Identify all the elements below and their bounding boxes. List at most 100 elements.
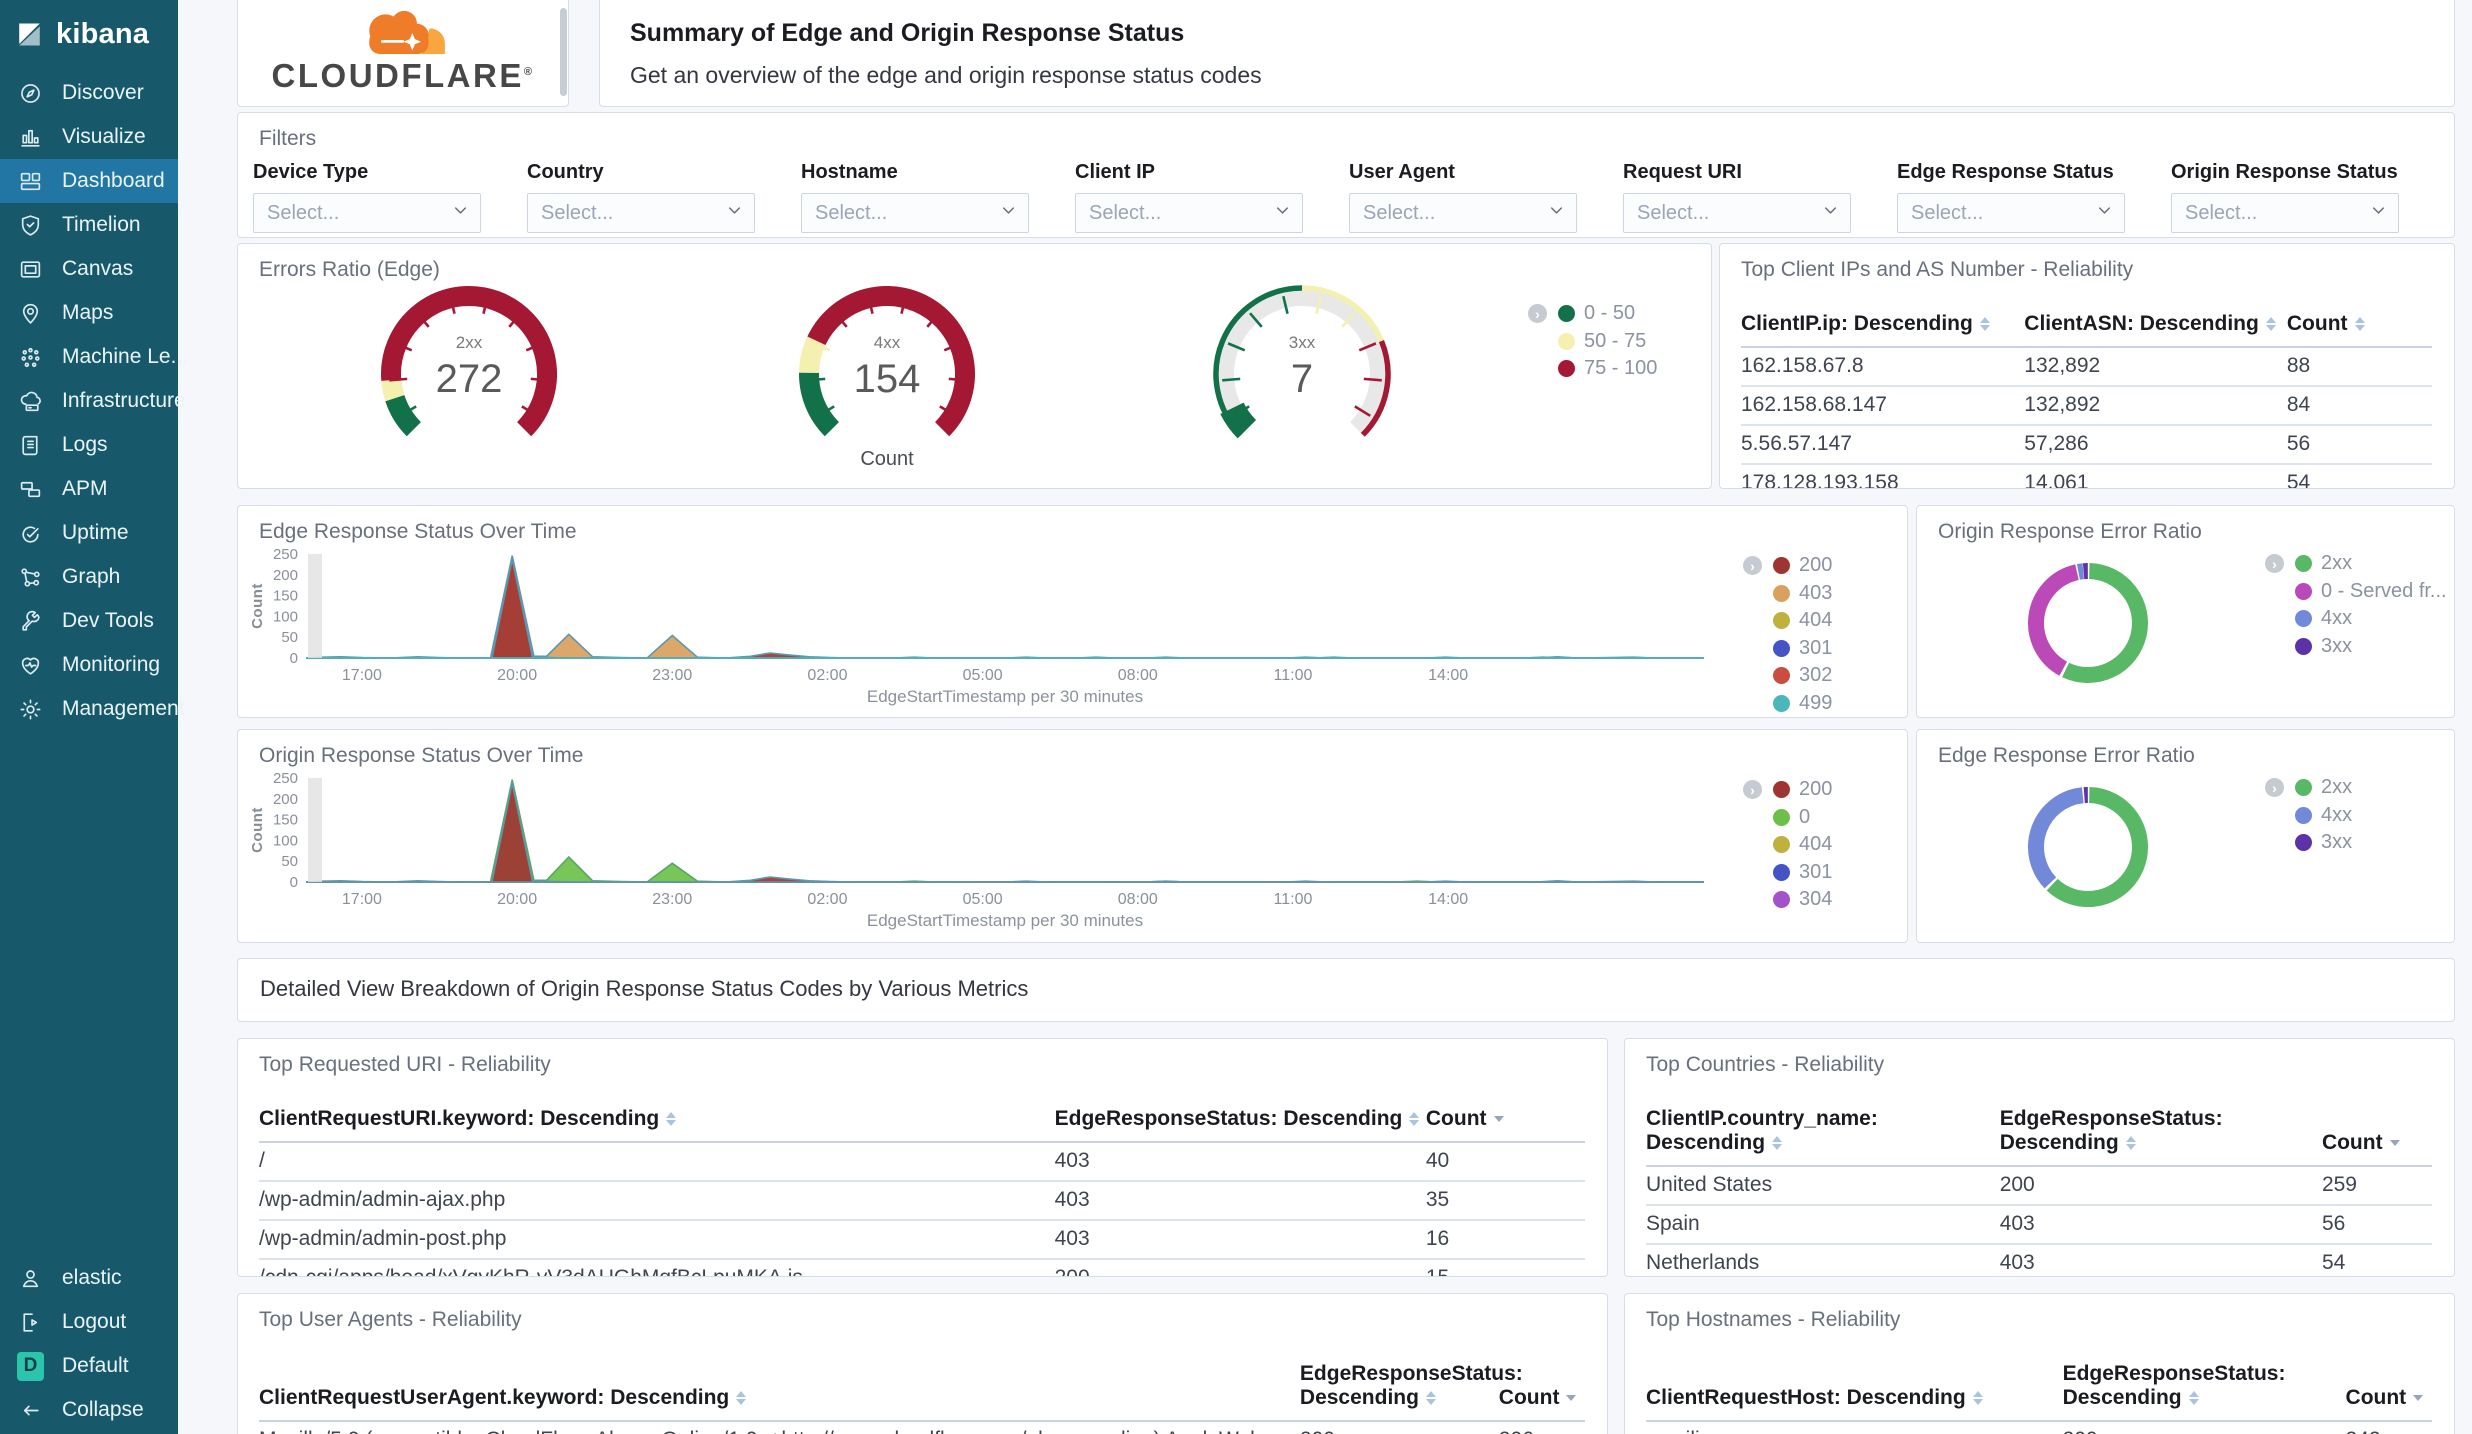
panel-scrollbar[interactable] <box>560 8 567 96</box>
column-header-clientrequestuseragent-keyword[interactable]: ClientRequestUserAgent.keyword: Descendi… <box>259 1356 1300 1422</box>
legend-item-304[interactable]: 304 <box>1743 886 1832 914</box>
column-header-label: EdgeResponseStatus: Descending <box>2062 1362 2286 1409</box>
column-header-edgeresponsestatus[interactable]: EdgeResponseStatus: Descending <box>1999 1101 2322 1167</box>
sidebar-item-label: Monitoring <box>62 653 161 676</box>
legend-item-2xx[interactable]: › 2xx <box>2265 774 2352 802</box>
legend-color-dot <box>1773 667 1790 685</box>
table-row: 162.158.67.8 132,892 88 <box>1741 347 2432 387</box>
legend-label: 301 <box>1799 860 1833 883</box>
table-cell: 403 <box>1054 1220 1426 1260</box>
table-row: /cdn-cgi/apps/head/xVgyKhR-vV3dAUGhMqfBc… <box>259 1259 1585 1276</box>
cloudflare-cloud-icon <box>369 10 445 54</box>
sidebar-item-discover[interactable]: Discover <box>0 71 178 115</box>
table-cell: United States <box>1646 1166 2000 1206</box>
legend-item-3xx[interactable]: 3xx <box>2265 633 2447 661</box>
legend-item-0-served-fr[interactable]: 0 - Served fr... <box>2265 578 2447 606</box>
sidebar-item-machine-le[interactable]: Machine Le... <box>0 335 188 379</box>
sidebar-item-uptime[interactable]: Uptime <box>0 511 178 555</box>
sidebar-item-maps[interactable]: Maps <box>0 291 178 335</box>
sidebar-item-timelion[interactable]: Timelion <box>0 203 178 247</box>
legend-item-4xx[interactable]: 4xx <box>2265 802 2352 830</box>
sidebar-item-elastic[interactable]: elastic <box>0 1256 178 1300</box>
kibana-logo[interactable]: kibana <box>0 12 178 57</box>
svg-text:11:00: 11:00 <box>1274 667 1313 684</box>
legend-expand-icon[interactable]: › <box>1743 556 1762 575</box>
legend-item-301[interactable]: 301 <box>1743 635 1832 663</box>
table-cell: 56 <box>2321 1205 2432 1245</box>
legend-item-403[interactable]: 403 <box>1743 580 1832 608</box>
table-cell: /cdn-cgi/apps/head/xVgyKhR-vV3dAUGhMqfBc… <box>259 1259 1055 1276</box>
sidebar-item-visualize[interactable]: Visualize <box>0 115 178 159</box>
sidebar-item-logs[interactable]: Logs <box>0 423 178 467</box>
sidebar-item-label: Management <box>62 697 185 720</box>
legend-item-75-100[interactable]: 75 - 100 <box>1528 355 1657 383</box>
legend-item-0[interactable]: 0 <box>1743 804 1832 832</box>
table-cell: 84 <box>2286 386 2432 426</box>
column-header-count[interactable]: Count <box>1425 1101 1585 1143</box>
legend-expand-icon[interactable]: › <box>1743 780 1762 799</box>
column-header-clientasn[interactable]: ClientASN: Descending <box>2024 306 2287 348</box>
sidebar-item-dev-tools[interactable]: Dev Tools <box>0 599 178 643</box>
legend-item-3xx[interactable]: 3xx <box>2265 829 2352 857</box>
edge-time-chart: 0 50 100 150 200 250 Count 17:00 20:00 23:00 02:00… <box>246 540 1906 717</box>
sidebar-item-apm[interactable]: APM <box>0 467 178 511</box>
legend-expand-icon[interactable]: › <box>2265 778 2284 797</box>
table-cell: 132,892 <box>2024 386 2287 426</box>
sidebar-footer-nav: elastic Logout D Default Collapse <box>0 1256 178 1432</box>
hostname-select[interactable]: Select... <box>801 193 1029 233</box>
svg-text:11:00: 11:00 <box>1274 891 1313 908</box>
client-ip-select[interactable]: Select... <box>1075 193 1303 233</box>
svg-text:100: 100 <box>273 608 298 625</box>
legend-item-200[interactable]: › 200 <box>1743 776 1832 804</box>
kibana-logo-text: kibana <box>56 18 150 50</box>
legend-item-404[interactable]: 404 <box>1743 831 1832 859</box>
sidebar-item-canvas[interactable]: Canvas <box>0 247 178 291</box>
column-header-edgeresponsestatus[interactable]: EdgeResponseStatus: Descending <box>2062 1356 2346 1422</box>
uptime-icon <box>17 520 44 547</box>
legend-item-404[interactable]: 404 <box>1743 607 1832 635</box>
legend-item-302[interactable]: 302 <box>1743 662 1832 690</box>
legend-item-50-75[interactable]: 50 - 75 <box>1528 328 1657 356</box>
sidebar-item-monitoring[interactable]: Monitoring <box>0 643 178 687</box>
column-header-clientrequesturi-keyword[interactable]: ClientRequestURI.keyword: Descending <box>259 1101 1055 1143</box>
svg-text:23:00: 23:00 <box>652 891 692 908</box>
user-agent-select[interactable]: Select... <box>1349 193 1577 233</box>
legend-item-0-50[interactable]: › 0 - 50 <box>1528 300 1657 328</box>
origin-response-status-select[interactable]: Select... <box>2171 193 2399 233</box>
sidebar-item-logout[interactable]: Logout <box>0 1300 178 1344</box>
edge-response-status-select[interactable]: Select... <box>1897 193 2125 233</box>
legend-expand-icon[interactable]: › <box>2265 554 2284 573</box>
legend-item-4xx[interactable]: 4xx <box>2265 605 2447 633</box>
column-header-count[interactable]: Count <box>2286 306 2432 348</box>
device-type-select[interactable]: Select... <box>253 193 481 233</box>
sidebar-item-management[interactable]: Management <box>0 687 185 731</box>
legend-expand-icon[interactable]: › <box>1528 304 1547 323</box>
visualize-icon <box>17 124 44 151</box>
legend-item-301[interactable]: 301 <box>1743 859 1832 887</box>
sidebar-item-default[interactable]: D Default <box>0 1344 178 1388</box>
select-placeholder: Select... <box>2185 201 2258 224</box>
column-header-edgeresponsestatus[interactable]: EdgeResponseStatus: Descending <box>1054 1101 1426 1143</box>
column-header-clientip-ip[interactable]: ClientIP.ip: Descending <box>1741 306 2025 348</box>
sidebar-item-graph[interactable]: Graph <box>0 555 178 599</box>
top-hostnames-table: ClientRequestHost: Descending EdgeRespons… <box>1625 1332 2454 1434</box>
column-header-edgeresponsestatus[interactable]: EdgeResponseStatus: Descending <box>1299 1356 1523 1422</box>
column-header-count[interactable]: Count <box>2321 1101 2432 1167</box>
data-table: ClientIP.country_name: Descending EdgeRes… <box>1646 1101 2432 1276</box>
column-header-clientip-country-name[interactable]: ClientIP.country_name: Descending <box>1646 1101 2000 1167</box>
legend-item-499[interactable]: 499 <box>1743 690 1832 718</box>
svg-text:02:00: 02:00 <box>807 891 847 908</box>
legend-item-200[interactable]: › 200 <box>1743 552 1832 580</box>
column-header-count[interactable]: Count <box>2345 1356 2432 1422</box>
sidebar-item-infrastructure[interactable]: Infrastructure <box>0 379 186 423</box>
table-cell: /wp-admin/admin-ajax.php <box>259 1181 1055 1221</box>
legend-item-2xx[interactable]: › 2xx <box>2265 550 2447 578</box>
chevron-down-icon <box>1273 201 1292 225</box>
request-uri-select[interactable]: Select... <box>1623 193 1851 233</box>
sidebar-item-dashboard[interactable]: Dashboard <box>0 159 178 203</box>
svg-text:200: 200 <box>273 791 298 808</box>
column-header-clientrequesthost[interactable]: ClientRequestHost: Descending <box>1646 1356 2063 1422</box>
column-header-label: ClientRequestURI.keyword: Descending <box>259 1107 660 1130</box>
sidebar-item-collapse[interactable]: Collapse <box>0 1388 178 1432</box>
country-select[interactable]: Select... <box>527 193 755 233</box>
